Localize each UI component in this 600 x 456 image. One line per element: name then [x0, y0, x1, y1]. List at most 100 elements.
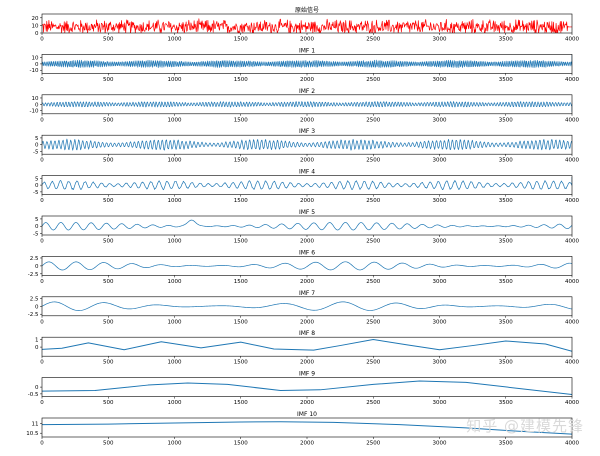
series-line [42, 101, 572, 112]
x-tick-label: 2500 [366, 158, 380, 164]
x-tick-label: 1000 [168, 239, 182, 245]
x-tick-label: 1500 [234, 400, 248, 406]
x-tick-label: 3500 [499, 37, 513, 43]
x-tick-label: 1500 [234, 319, 248, 325]
x-tick-label: 1000 [168, 400, 182, 406]
x-tick-label: 3000 [433, 279, 447, 285]
x-tick-label: 3500 [499, 198, 513, 204]
series-line [42, 380, 572, 396]
x-tick-label: 2000 [300, 117, 314, 123]
x-tick-label: 2500 [366, 441, 380, 447]
x-tick-label: 4000 [565, 239, 579, 245]
y-tick-label: 11 [32, 422, 39, 428]
x-tick-label: 1500 [234, 239, 248, 245]
x-tick-label: 500 [103, 239, 114, 245]
x-tick-label: 1500 [234, 158, 248, 164]
y-tick-label: 5 [35, 217, 39, 223]
x-tick-label: 1000 [168, 279, 182, 285]
subplot-title: IMF 10 [297, 411, 317, 418]
x-tick-label: 4000 [565, 279, 579, 285]
x-tick-label: 500 [103, 77, 114, 83]
y-tick-label: 0 [35, 345, 39, 351]
subplot-title: IMF 1 [299, 47, 315, 54]
x-tick-label: 2000 [300, 441, 314, 447]
x-tick-label: 2500 [366, 37, 380, 43]
y-tick-label: 0 [35, 304, 39, 310]
x-tick-label: 2500 [366, 117, 380, 123]
x-tick-label: 1500 [234, 198, 248, 204]
x-tick-label: 0 [40, 441, 44, 447]
y-tick-label: -2.5 [28, 272, 39, 278]
x-tick-label: 3000 [433, 441, 447, 447]
series-line [42, 219, 572, 231]
x-tick-label: 4000 [565, 37, 579, 43]
x-tick-label: 3000 [433, 239, 447, 245]
x-tick-label: 1000 [168, 117, 182, 123]
x-tick-label: 3000 [433, 360, 447, 366]
x-tick-label: 2500 [366, 400, 380, 406]
subplot-title: IMF 5 [299, 209, 315, 216]
subplot-title: IMF 2 [299, 88, 315, 95]
subplot-3: IMF 3 0 500 1000 1500 2000 2500 3000 3500 4000 -50… [33, 128, 579, 164]
x-tick-label: 4000 [565, 319, 579, 325]
y-tick-label: -10 [30, 68, 39, 74]
subplot-title: IMF 6 [299, 249, 315, 256]
subplot-title: 原始信号 [295, 6, 319, 14]
x-tick-label: 3000 [433, 117, 447, 123]
y-tick-label: 0 [35, 62, 39, 68]
x-tick-label: 3500 [499, 117, 513, 123]
x-tick-label: 0 [40, 239, 44, 245]
y-tick-label: 0 [35, 183, 39, 189]
x-tick-label: 4000 [565, 360, 579, 366]
x-tick-label: 4000 [565, 117, 579, 123]
y-tick-label: 10.5 [26, 431, 39, 437]
series-line [42, 55, 572, 68]
x-tick-label: 3500 [499, 158, 513, 164]
x-tick-label: 2000 [300, 400, 314, 406]
x-tick-label: 2500 [366, 198, 380, 204]
x-tick-label: 0 [40, 360, 44, 366]
x-tick-label: 0 [40, 319, 44, 325]
x-tick-label: 4000 [565, 400, 579, 406]
series-line [42, 18, 572, 33]
x-tick-label: 2000 [300, 198, 314, 204]
x-tick-label: 3500 [499, 77, 513, 83]
subplot-1: IMF 1 0 500 1000 1500 2000 2500 3000 3500 4000 -10… [30, 47, 580, 83]
plot-frame [41, 296, 573, 317]
x-tick-label: 500 [103, 37, 114, 43]
y-tick-label: -5 [33, 190, 39, 196]
x-tick-label: 500 [103, 198, 114, 204]
x-tick-label: 1000 [168, 158, 182, 164]
x-tick-label: 2000 [300, 279, 314, 285]
y-tick-label: -0.5 [28, 392, 39, 398]
subplot-2: IMF 2 0 500 1000 1500 2000 2500 3000 3500 4000 -10… [30, 88, 580, 124]
x-tick-label: 1500 [234, 360, 248, 366]
subplot-title: IMF 9 [299, 371, 315, 378]
x-tick-label: 2000 [300, 239, 314, 245]
y-tick-label: 1 [35, 337, 39, 343]
x-tick-label: 1000 [168, 198, 182, 204]
subplot-title: IMF 4 [299, 169, 315, 176]
x-tick-label: 1000 [168, 37, 182, 43]
x-tick-label: 3500 [499, 441, 513, 447]
x-tick-label: 500 [103, 441, 114, 447]
x-tick-label: 4000 [565, 77, 579, 83]
x-tick-label: 500 [103, 158, 114, 164]
x-tick-label: 2000 [300, 77, 314, 83]
y-tick-label: 10 [32, 56, 39, 62]
x-tick-label: 500 [103, 279, 114, 285]
x-tick-label: 3000 [433, 77, 447, 83]
x-tick-label: 0 [40, 158, 44, 164]
y-tick-label: 0 [35, 264, 39, 270]
x-tick-label: 0 [40, 77, 44, 83]
x-tick-label: 3500 [499, 279, 513, 285]
series-line [42, 338, 572, 352]
x-tick-label: 500 [103, 360, 114, 366]
y-tick-label: -5 [33, 149, 39, 155]
x-tick-label: 1500 [234, 279, 248, 285]
y-tick-label: 2.5 [30, 296, 39, 302]
x-tick-label: 2000 [300, 158, 314, 164]
x-tick-label: 2000 [300, 360, 314, 366]
series-line [42, 261, 572, 271]
series-line [42, 176, 572, 191]
